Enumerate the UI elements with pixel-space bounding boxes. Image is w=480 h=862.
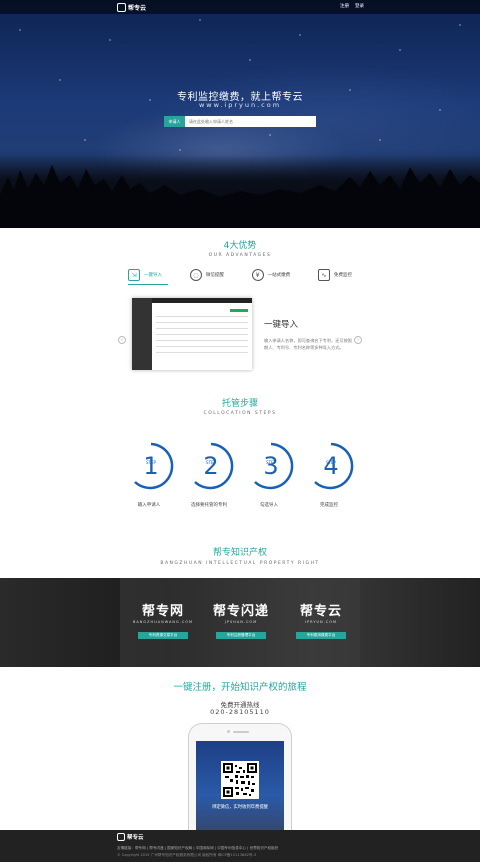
hero-subtitle: www.ipryun.com <box>198 101 282 109</box>
steps-title: 托管步骤 <box>221 399 258 409</box>
ip-title: 帮专知识产权 <box>212 548 267 558</box>
next-arrow-icon[interactable]: › <box>354 336 362 344</box>
register-title: 一键注册，开始知识产权的旅程 <box>173 682 307 693</box>
step-number: 4 <box>323 452 339 480</box>
screenshot-row <box>156 352 248 353</box>
step-number: 3 <box>263 452 279 480</box>
brand-name: 帮专云 <box>299 604 342 619</box>
prev-arrow-icon[interactable]: ‹ <box>118 336 126 344</box>
tab-label: 一站式缴费 <box>267 273 291 278</box>
footer-logo[interactable]: 帮专云 <box>117 833 144 841</box>
steps-subtitle: COLLOCATION STEPS <box>203 411 277 416</box>
tab-one-stop-payment[interactable]: ¥ 一站式缴费 <box>251 268 291 282</box>
login-link[interactable]: 登录 <box>355 3 364 9</box>
qr-code-icon <box>221 761 259 799</box>
tab-wechat-reminder[interactable]: ◌ 微信提醒 <box>189 268 224 282</box>
footer-logo-text: 帮专云 <box>127 835 144 841</box>
applicant-search-input[interactable] <box>185 116 316 127</box>
brand-bangzhuan-shandi: 帮专闪递 JPSHAN.COM 专利注册管理平台 <box>196 600 286 639</box>
active-tab-indicator <box>128 284 168 285</box>
screenshot-row <box>156 328 248 329</box>
screenshot-row <box>156 340 248 341</box>
phone-screen: 绑定微信，实时收到年费提醒 <box>196 741 284 832</box>
advantage-tabs: ⇲ 一键导入 ◌ 微信提醒 ¥ 一站式缴费 ∿ 免费监控 <box>128 268 352 282</box>
qr-caption: 绑定微信，实时收到年费提醒 <box>212 805 268 810</box>
page: 专利监控缴费，就上帮专云 www.ipryun.com 申请人 帮专云 注册 登… <box>0 0 480 862</box>
search-type-button[interactable]: 申请人 <box>164 116 185 127</box>
brand-bangzhuanyun: 帮专云 IPRYUN.COM 专利费用缴费平台 <box>276 600 366 639</box>
brand-domain: JPSHAN.COM <box>224 620 258 624</box>
footer-copyright: © Copyright 2015 广州帮专知识产权服务有限公司 版权所有 粤IC… <box>117 853 257 857</box>
feature-description: 输入申请人名称，即可查询名下专利，还可按照期人、专利号、专利名称等多种导入方式。 <box>264 338 352 350</box>
brand-name: 帮专网 <box>141 604 184 619</box>
step-number: 2 <box>203 452 219 480</box>
auth-links: 注册 登录 <box>340 3 364 9</box>
feature-title: 一键导入 <box>264 320 299 330</box>
brand-button[interactable]: 专利资源交易平台 <box>138 632 188 639</box>
screenshot-row <box>156 322 248 323</box>
import-icon: ⇲ <box>128 269 140 281</box>
step-4: STEP 4 <box>309 442 357 494</box>
camera-icon <box>227 730 230 733</box>
tab-label: 免费监控 <box>333 273 352 278</box>
footer-friend-links[interactable]: 友情链接：帮专网 | 帮专闪递 | 国家知识产权局 | 中国商标网 | 中国专利… <box>117 846 278 851</box>
brand-name: 帮专闪递 <box>212 604 269 619</box>
tab-label: 一键导入 <box>144 273 162 278</box>
tab-label: 微信提醒 <box>205 273 224 278</box>
wechat-icon: ◌ <box>189 269 202 281</box>
search-bar: 申请人 <box>164 116 316 127</box>
advantages-subtitle: OUR ADVANTAGES <box>208 253 272 258</box>
screenshot-row <box>156 334 248 335</box>
logo-text: 帮专云 <box>128 4 147 12</box>
tab-free-monitoring[interactable]: ∿ 免费监控 <box>317 268 352 282</box>
top-nav: 帮专云 注册 登录 <box>0 0 480 14</box>
screenshot-row <box>156 316 248 317</box>
hotline-number: 020-28105110 <box>210 708 270 716</box>
brand-button[interactable]: 专利费用缴费平台 <box>296 632 346 639</box>
brand-button[interactable]: 专利注册管理平台 <box>216 632 266 639</box>
brand-domain: IPRYUN.COM <box>305 620 337 624</box>
step-label-4: 完成监控 <box>320 503 338 508</box>
step-2: STEP 2 <box>189 442 237 494</box>
advantages-title: 4大优势 <box>223 241 257 251</box>
hero-banner: 专利监控缴费，就上帮专云 www.ipryun.com 申请人 <box>0 0 480 228</box>
tab-one-click-import[interactable]: ⇲ 一键导入 <box>128 268 162 282</box>
logo-icon <box>117 833 125 841</box>
brand-domain: BANGZHUANWANG.COM <box>132 620 194 624</box>
step-3: STEP 3 <box>249 442 297 494</box>
tree-silhouette <box>0 155 480 228</box>
ip-subtitle: BANGZHUAN INTELLECTUAL PROPERTY RIGHT <box>160 561 320 566</box>
monitor-icon: ∿ <box>317 269 330 281</box>
speaker-icon <box>233 731 249 733</box>
step-number: 1 <box>143 452 159 480</box>
register-link[interactable]: 注册 <box>340 3 349 9</box>
screenshot-green-bar <box>230 309 248 312</box>
phone-mockup: 绑定微信，实时收到年费提醒 <box>188 723 292 832</box>
feature-screenshot <box>132 298 252 370</box>
step-1: STEP 1 <box>129 442 177 494</box>
logo-icon <box>117 2 126 12</box>
brand-bangzhuanwang: 帮专网 BANGZHUANWANG.COM 专利资源交易平台 <box>118 600 208 639</box>
screenshot-sidebar <box>132 298 152 370</box>
yen-icon: ¥ <box>251 269 264 281</box>
screenshot-row <box>156 346 248 347</box>
site-logo[interactable]: 帮专云 <box>117 2 146 12</box>
